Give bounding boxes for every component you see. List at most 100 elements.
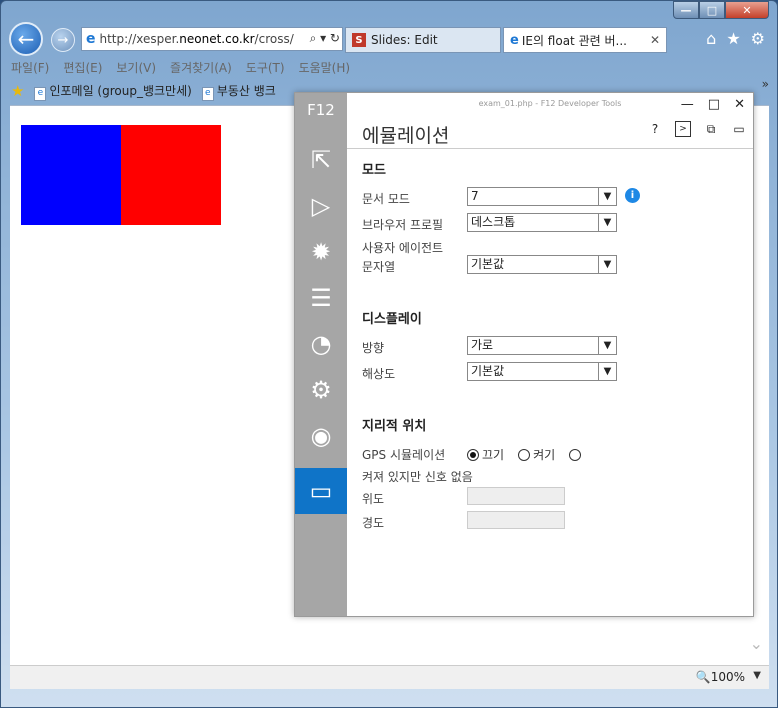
tab-close-icon[interactable]: ✕ [650, 33, 660, 47]
radio-off-label: 끄기 [482, 448, 505, 462]
emulation-icon[interactable]: ▭ [295, 468, 347, 514]
panel-heading: 에뮬레이션 [362, 125, 450, 147]
debugger-icon[interactable]: ✹ [295, 229, 347, 275]
ie-page-icon: e [86, 31, 96, 47]
ie-page-icon: e [510, 32, 519, 48]
ua-string-select[interactable]: 기본값 ▼ [467, 255, 617, 274]
favorites-more-chevron-icon[interactable]: » [762, 77, 769, 91]
favorite-item[interactable]: e 부동산 뱅크 [201, 82, 276, 101]
ua-value: 기본값 [471, 257, 505, 271]
menu-help[interactable]: 도움말(H) [299, 59, 351, 77]
navigation-row: ← → e http://xesper. neonet.co.kr/cross/ … [9, 22, 771, 56]
address-tools[interactable]: ⌕ ▾ ↻ [309, 31, 340, 46]
divider [347, 148, 753, 149]
doc-mode-select[interactable]: 7 ▼ [467, 187, 617, 206]
page-icon: e [201, 86, 214, 101]
top-icons: ⌂ ★ ⚙ [706, 29, 765, 48]
chevron-down-icon: ▼ [598, 337, 616, 354]
devtools-titlebar: exam_01.php - F12 Developer Tools — □ ✕ [347, 93, 753, 119]
orientation-select[interactable]: 가로 ▼ [467, 336, 617, 355]
resolution-select[interactable]: 기본값 ▼ [467, 362, 617, 381]
tab-label: Slides: Edit [371, 33, 438, 47]
tab-slides[interactable]: S Slides: Edit [345, 27, 501, 53]
window-buttons: — □ ✕ [673, 1, 769, 21]
menu-tools[interactable]: 도구(T) [246, 59, 285, 77]
tab-label: IE의 float 관련 버... [521, 33, 627, 48]
section-display: 디스플레이 [362, 312, 422, 327]
close-button[interactable]: ✕ [725, 1, 769, 19]
devtools-toolbar: ? > ⧉ ▭ [647, 121, 747, 137]
address-prefix: http://xesper. [99, 32, 180, 46]
radio-on[interactable] [518, 448, 531, 461]
favorite-label: 부동산 뱅크 [216, 83, 276, 98]
minimize-button[interactable]: — [673, 1, 699, 19]
longitude-input[interactable] [467, 511, 565, 529]
menu-view[interactable]: 보기(V) [116, 59, 156, 77]
ie-window: — □ ✕ ← → e http://xesper. neonet.co.kr/c… [0, 0, 778, 708]
help-icon[interactable]: ? [647, 121, 663, 137]
f12-label: F12 [307, 101, 335, 119]
ua-label-line1: 사용자 에이전트 [362, 241, 444, 255]
console-toggle-icon[interactable]: > [675, 121, 691, 137]
doc-mode-label: 문서 모드 [362, 192, 410, 206]
home-icon[interactable]: ⌂ [706, 29, 716, 48]
performance-icon[interactable]: ◔ [295, 321, 347, 367]
browser-profile-select[interactable]: 데스크톱 ▼ [467, 213, 617, 232]
devtools-sidebar: F12 ⇱ ▷ ✹ ☰ ◔ ⚙ ◉ ▭ [295, 93, 347, 616]
scroll-down-chevron-icon[interactable]: ⌄ [750, 634, 763, 653]
radio-on-label: 켜기 [533, 448, 556, 462]
devtools-minimize-button[interactable]: — [681, 97, 694, 112]
address-domain: neonet.co.kr [179, 32, 255, 46]
radio-off[interactable] [467, 448, 479, 461]
menu-bar: 파일(F) 편집(E) 보기(V) 즐겨찾기(A) 도구(T) 도움말(H) [11, 59, 350, 77]
no-signal-label: 켜져 있지만 신호 없음 [362, 470, 473, 484]
devtools-maximize-button[interactable]: □ [708, 97, 720, 112]
section-mode: 모드 [362, 163, 386, 178]
chevron-down-icon: ▼ [598, 363, 616, 380]
network-icon[interactable]: ☰ [295, 275, 347, 321]
favorite-item[interactable]: e 인포메일 (group_뱅크만세) [34, 82, 192, 101]
red-float-box [121, 125, 221, 225]
chevron-down-icon: ▼ [598, 256, 616, 273]
section-geolocation: 지리적 위치 [362, 419, 427, 434]
console-icon[interactable]: ▷ [295, 183, 347, 229]
latitude-input[interactable] [467, 487, 565, 505]
address-bar[interactable]: e http://xesper. neonet.co.kr/cross/ ⌕ ▾ … [81, 27, 343, 51]
devtools-panel: F12 ⇱ ▷ ✹ ☰ ◔ ⚙ ◉ ▭ exam_01.php - F12 De… [294, 92, 754, 617]
doc-mode-value: 7 [471, 189, 479, 203]
devtools-window-buttons: — □ ✕ [681, 97, 745, 112]
forward-button[interactable]: → [51, 28, 75, 52]
ua-label-line2: 문자열 [362, 260, 396, 274]
resolution-label: 해상도 [362, 367, 396, 381]
undock-icon[interactable]: ▭ [731, 121, 747, 137]
status-bar: 🔍100% ▼ [10, 665, 769, 689]
menu-favorites[interactable]: 즐겨찾기(A) [170, 59, 232, 77]
latitude-label: 위도 [362, 492, 385, 506]
settings-gear-icon[interactable]: ⚙ [751, 29, 765, 48]
favorites-star-icon[interactable]: ★ [726, 29, 740, 48]
back-button[interactable]: ← [9, 22, 43, 56]
devtools-close-button[interactable]: ✕ [734, 97, 745, 112]
dock-icon[interactable]: ⧉ [703, 121, 719, 137]
address-suffix: /cross/ [254, 32, 294, 46]
radio-no-signal[interactable] [569, 448, 582, 461]
browser-profile-value: 데스크톱 [471, 215, 516, 229]
zoom-dropdown-icon[interactable]: ▼ [753, 670, 761, 681]
resolution-value: 기본값 [471, 364, 505, 378]
gps-radio-group: 끄기 켜기 [467, 446, 582, 463]
blue-float-box [21, 125, 121, 225]
zoom-level[interactable]: 🔍100% [696, 670, 745, 684]
memory-icon[interactable]: ⚙ [295, 367, 347, 413]
slides-icon: S [352, 33, 366, 47]
browser-profile-label: 브라우저 프로필 [362, 218, 444, 232]
tab-ie-float[interactable]: e IE의 float 관련 버... ✕ [503, 27, 667, 53]
menu-file[interactable]: 파일(F) [11, 59, 49, 77]
info-icon[interactable]: i [625, 188, 640, 203]
profiler-camera-icon[interactable]: ◉ [295, 413, 347, 459]
dom-explorer-icon[interactable]: ⇱ [295, 137, 347, 183]
back-arrow-icon: ← [17, 27, 35, 51]
chevron-down-icon: ▼ [598, 188, 616, 205]
maximize-button[interactable]: □ [699, 1, 725, 19]
add-favorite-star-icon[interactable]: ★ [11, 82, 24, 100]
menu-edit[interactable]: 편집(E) [63, 59, 102, 77]
